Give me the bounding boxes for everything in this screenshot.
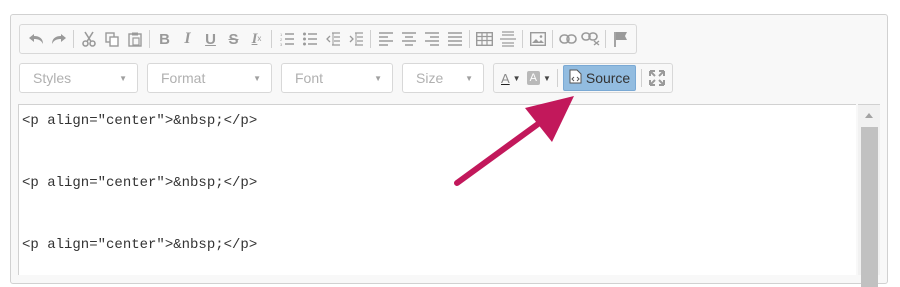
strikethrough-icon[interactable]: S xyxy=(222,28,245,50)
source-button-label: Source xyxy=(585,70,631,86)
size-dropdown[interactable]: Size ▼ xyxy=(402,63,484,93)
toolbar-separator xyxy=(605,30,606,48)
toolbar-separator xyxy=(552,30,553,48)
toolbar-separator xyxy=(149,30,150,48)
text-color-icon: A xyxy=(501,70,510,86)
anchor-flag-icon[interactable] xyxy=(609,28,632,50)
code-line: <p align="center">&nbsp;</p> xyxy=(22,237,258,253)
align-left-icon[interactable] xyxy=(374,28,397,50)
font-dropdown-label: Font xyxy=(295,70,324,86)
maximize-icon[interactable] xyxy=(645,67,668,89)
cut-icon[interactable] xyxy=(77,28,100,50)
table-icon[interactable] xyxy=(473,28,496,50)
vertical-scrollbar[interactable] xyxy=(858,104,880,287)
format-dropdown[interactable]: Format ▼ xyxy=(147,63,272,93)
horizontal-line-icon[interactable] xyxy=(496,28,519,50)
numbered-list-icon[interactable]: 123 xyxy=(275,28,298,50)
chevron-down-icon: ▼ xyxy=(374,73,382,83)
align-right-icon[interactable] xyxy=(420,28,443,50)
code-line: <p align="center">&nbsp;</p> xyxy=(22,113,258,129)
toolbar-separator xyxy=(271,30,272,48)
scroll-thumb[interactable] xyxy=(861,127,878,287)
toolbar-separator xyxy=(641,69,643,87)
text-color-button[interactable]: A ▼ xyxy=(498,67,524,89)
increase-indent-icon[interactable] xyxy=(344,28,367,50)
link-icon[interactable] xyxy=(556,28,579,50)
svg-text:3: 3 xyxy=(280,42,283,46)
toolbar-row-1: BIUSIx 123 xyxy=(19,24,643,54)
paste-icon[interactable] xyxy=(123,28,146,50)
source-code-area[interactable]: <p align="center">&nbsp;</p> <p align="c… xyxy=(18,104,856,275)
toolbar-separator xyxy=(73,30,74,48)
redo-icon[interactable] xyxy=(47,28,70,50)
chevron-down-icon: ▼ xyxy=(119,73,127,83)
undo-icon[interactable] xyxy=(24,28,47,50)
italic-icon[interactable]: I xyxy=(176,28,199,50)
image-icon[interactable] xyxy=(526,28,549,50)
align-center-icon[interactable] xyxy=(397,28,420,50)
toolbar-separator xyxy=(556,69,558,87)
color-source-group: A ▼ A ▼ Source xyxy=(493,63,674,93)
bulleted-list-icon[interactable] xyxy=(298,28,321,50)
background-color-button[interactable]: A ▼ xyxy=(524,67,554,89)
chevron-down-icon: ▼ xyxy=(542,73,551,83)
source-document-icon xyxy=(569,69,582,87)
chevron-down-icon: ▼ xyxy=(465,73,473,83)
format-dropdown-label: Format xyxy=(161,70,206,86)
main-toolbar-group: BIUSIx 123 xyxy=(19,24,637,54)
size-dropdown-label: Size xyxy=(416,70,444,86)
chevron-down-icon: ▼ xyxy=(253,73,261,83)
chevron-down-icon: ▼ xyxy=(512,73,521,83)
toolbar-row-2: Styles ▼ Format ▼ Font ▼ Size ▼ A ▼ A ▼ xyxy=(19,63,679,93)
source-button[interactable]: Source xyxy=(562,65,637,91)
bold-icon[interactable]: B xyxy=(153,28,176,50)
font-dropdown[interactable]: Font ▼ xyxy=(281,63,393,93)
scroll-up-icon[interactable] xyxy=(865,113,873,118)
background-color-icon: A xyxy=(526,71,540,85)
styles-dropdown[interactable]: Styles ▼ xyxy=(19,63,138,93)
remove-format-icon[interactable]: Ix xyxy=(245,28,268,50)
toolbar-separator xyxy=(370,30,371,48)
styles-dropdown-label: Styles xyxy=(33,70,72,86)
toolbar-separator xyxy=(469,30,470,48)
code-line: <p align="center">&nbsp;</p> xyxy=(22,175,258,191)
toolbar-separator xyxy=(522,30,523,48)
copy-icon[interactable] xyxy=(100,28,123,50)
unlink-icon[interactable] xyxy=(579,28,602,50)
justify-icon[interactable] xyxy=(443,28,466,50)
decrease-indent-icon[interactable] xyxy=(321,28,344,50)
underline-icon[interactable]: U xyxy=(199,28,222,50)
